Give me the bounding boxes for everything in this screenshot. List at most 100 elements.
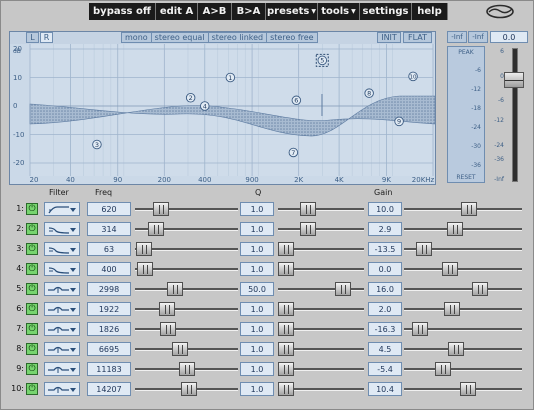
band-power-button[interactable]: ⏻ xyxy=(26,363,38,375)
freq-slider-thumb[interactable] xyxy=(160,322,177,336)
band-marker-6[interactable]: 6 xyxy=(291,95,302,106)
menu-help[interactable]: help xyxy=(412,3,448,20)
q-slider-thumb[interactable] xyxy=(278,262,294,276)
gain-slider-track[interactable] xyxy=(404,308,522,311)
gain-value-field[interactable]: 16.0 xyxy=(368,282,402,296)
mode-stereo-free[interactable]: stereo free xyxy=(267,33,316,42)
gain-slider-thumb[interactable] xyxy=(434,362,451,376)
gain-slider-thumb[interactable] xyxy=(412,322,429,336)
mode-stereo-linked[interactable]: stereo linked xyxy=(209,33,268,42)
filter-type-select[interactable] xyxy=(44,322,80,336)
band-marker-3[interactable]: 3 xyxy=(92,139,102,150)
freq-value-field[interactable]: 620 xyxy=(87,202,131,216)
menu-a-b[interactable]: A>B xyxy=(198,3,232,20)
band-marker-2[interactable]: 2 xyxy=(185,92,196,103)
freq-value-field[interactable]: 400 xyxy=(87,262,131,276)
filter-type-select[interactable] xyxy=(44,242,80,256)
q-value-field[interactable]: 1.0 xyxy=(240,382,274,396)
gain-slider-track[interactable] xyxy=(404,228,522,231)
freq-value-field[interactable]: 6695 xyxy=(87,342,131,356)
freq-slider-track[interactable] xyxy=(135,208,238,211)
q-value-field[interactable]: 1.0 xyxy=(240,222,274,236)
freq-slider-thumb[interactable] xyxy=(159,302,176,316)
init-button[interactable]: INIT xyxy=(377,32,401,43)
filter-type-select[interactable] xyxy=(44,362,80,376)
tab-right[interactable]: R xyxy=(40,32,53,43)
gain-value-field[interactable]: 2.9 xyxy=(368,222,402,236)
menu-edit-a[interactable]: edit A xyxy=(156,3,198,20)
freq-value-field[interactable]: 11183 xyxy=(87,362,131,376)
gain-slider-thumb[interactable] xyxy=(446,222,463,236)
gain-slider-thumb[interactable] xyxy=(461,202,478,216)
filter-type-select[interactable] xyxy=(44,262,80,276)
freq-slider-thumb[interactable] xyxy=(167,282,184,296)
q-slider-thumb[interactable] xyxy=(278,302,294,316)
freq-slider-thumb[interactable] xyxy=(136,262,153,276)
band-power-button[interactable]: ⏻ xyxy=(26,243,38,255)
q-slider-track[interactable] xyxy=(278,208,364,211)
gain-value-field[interactable]: 10.0 xyxy=(368,202,402,216)
band-power-button[interactable]: ⏻ xyxy=(26,263,38,275)
gain-value-field[interactable]: 2.0 xyxy=(368,302,402,316)
menu-settings[interactable]: settings xyxy=(360,3,412,20)
filter-type-select[interactable] xyxy=(44,342,80,356)
flat-button[interactable]: FLAT xyxy=(403,32,432,43)
band-marker-7[interactable]: 7 xyxy=(288,147,299,158)
gain-slider-thumb[interactable] xyxy=(447,342,464,356)
gain-slider-thumb[interactable] xyxy=(443,302,460,316)
fader-thumb[interactable] xyxy=(504,72,524,88)
q-slider-thumb[interactable] xyxy=(300,222,317,236)
reset-button[interactable]: RESET xyxy=(448,174,484,181)
freq-value-field[interactable]: 63 xyxy=(87,242,131,256)
q-value-field[interactable]: 50.0 xyxy=(240,282,274,296)
q-slider-thumb[interactable] xyxy=(300,202,317,216)
gain-value-field[interactable]: 0.0 xyxy=(368,262,402,276)
gain-value-field[interactable]: -13.5 xyxy=(368,242,402,256)
gain-slider-track[interactable] xyxy=(404,268,522,271)
freq-slider-thumb[interactable] xyxy=(172,342,189,356)
freq-value-field[interactable]: 1826 xyxy=(87,322,131,336)
q-value-field[interactable]: 1.0 xyxy=(240,202,274,216)
eq-curve-plot[interactable]: 1 2 3 4 5 6 7 8 9 10 xyxy=(10,44,435,184)
q-slider-thumb[interactable] xyxy=(278,362,294,376)
menu-bypass-off[interactable]: bypass off xyxy=(89,3,156,20)
fader-track[interactable] xyxy=(512,48,518,182)
gain-slider-track[interactable] xyxy=(404,288,522,291)
gain-slider-thumb[interactable] xyxy=(416,242,433,256)
q-slider-thumb[interactable] xyxy=(278,342,294,356)
freq-slider-track[interactable] xyxy=(135,308,238,311)
band-power-button[interactable]: ⏻ xyxy=(26,343,38,355)
freq-slider-thumb[interactable] xyxy=(181,382,198,396)
menu-tools[interactable]: tools ▼ xyxy=(318,3,360,20)
freq-slider-thumb[interactable] xyxy=(153,202,170,216)
freq-value-field[interactable]: 14207 xyxy=(87,382,131,396)
gain-value-field[interactable]: 10.4 xyxy=(368,382,402,396)
gain-slider-thumb[interactable] xyxy=(460,382,477,396)
band-power-button[interactable]: ⏻ xyxy=(26,303,38,315)
filter-type-select[interactable] xyxy=(44,282,80,296)
band-power-button[interactable]: ⏻ xyxy=(26,283,38,295)
q-value-field[interactable]: 1.0 xyxy=(240,362,274,376)
q-value-field[interactable]: 1.0 xyxy=(240,302,274,316)
q-slider-thumb[interactable] xyxy=(278,322,294,336)
band-power-button[interactable]: ⏻ xyxy=(26,223,38,235)
menu-presets[interactable]: presets ▼ xyxy=(266,3,318,20)
gain-slider-thumb[interactable] xyxy=(472,282,489,296)
freq-value-field[interactable]: 1922 xyxy=(87,302,131,316)
band-marker-9[interactable]: 9 xyxy=(394,116,404,127)
filter-type-select[interactable] xyxy=(44,222,80,236)
band-marker-8[interactable]: 8 xyxy=(364,88,374,98)
filter-type-select[interactable] xyxy=(44,302,80,316)
q-slider-thumb[interactable] xyxy=(278,382,294,396)
freq-slider-thumb[interactable] xyxy=(135,242,152,256)
menu-b-a[interactable]: B>A xyxy=(232,3,266,20)
q-value-field[interactable]: 1.0 xyxy=(240,342,274,356)
tab-left[interactable]: L xyxy=(26,32,39,43)
freq-value-field[interactable]: 2998 xyxy=(87,282,131,296)
gain-slider-track[interactable] xyxy=(404,368,522,371)
freq-slider-thumb[interactable] xyxy=(148,222,165,236)
gain-slider-thumb[interactable] xyxy=(441,262,458,276)
q-slider-track[interactable] xyxy=(278,228,364,231)
gain-value-field[interactable]: -5.4 xyxy=(368,362,402,376)
band-marker-1[interactable]: 1 xyxy=(225,72,236,83)
